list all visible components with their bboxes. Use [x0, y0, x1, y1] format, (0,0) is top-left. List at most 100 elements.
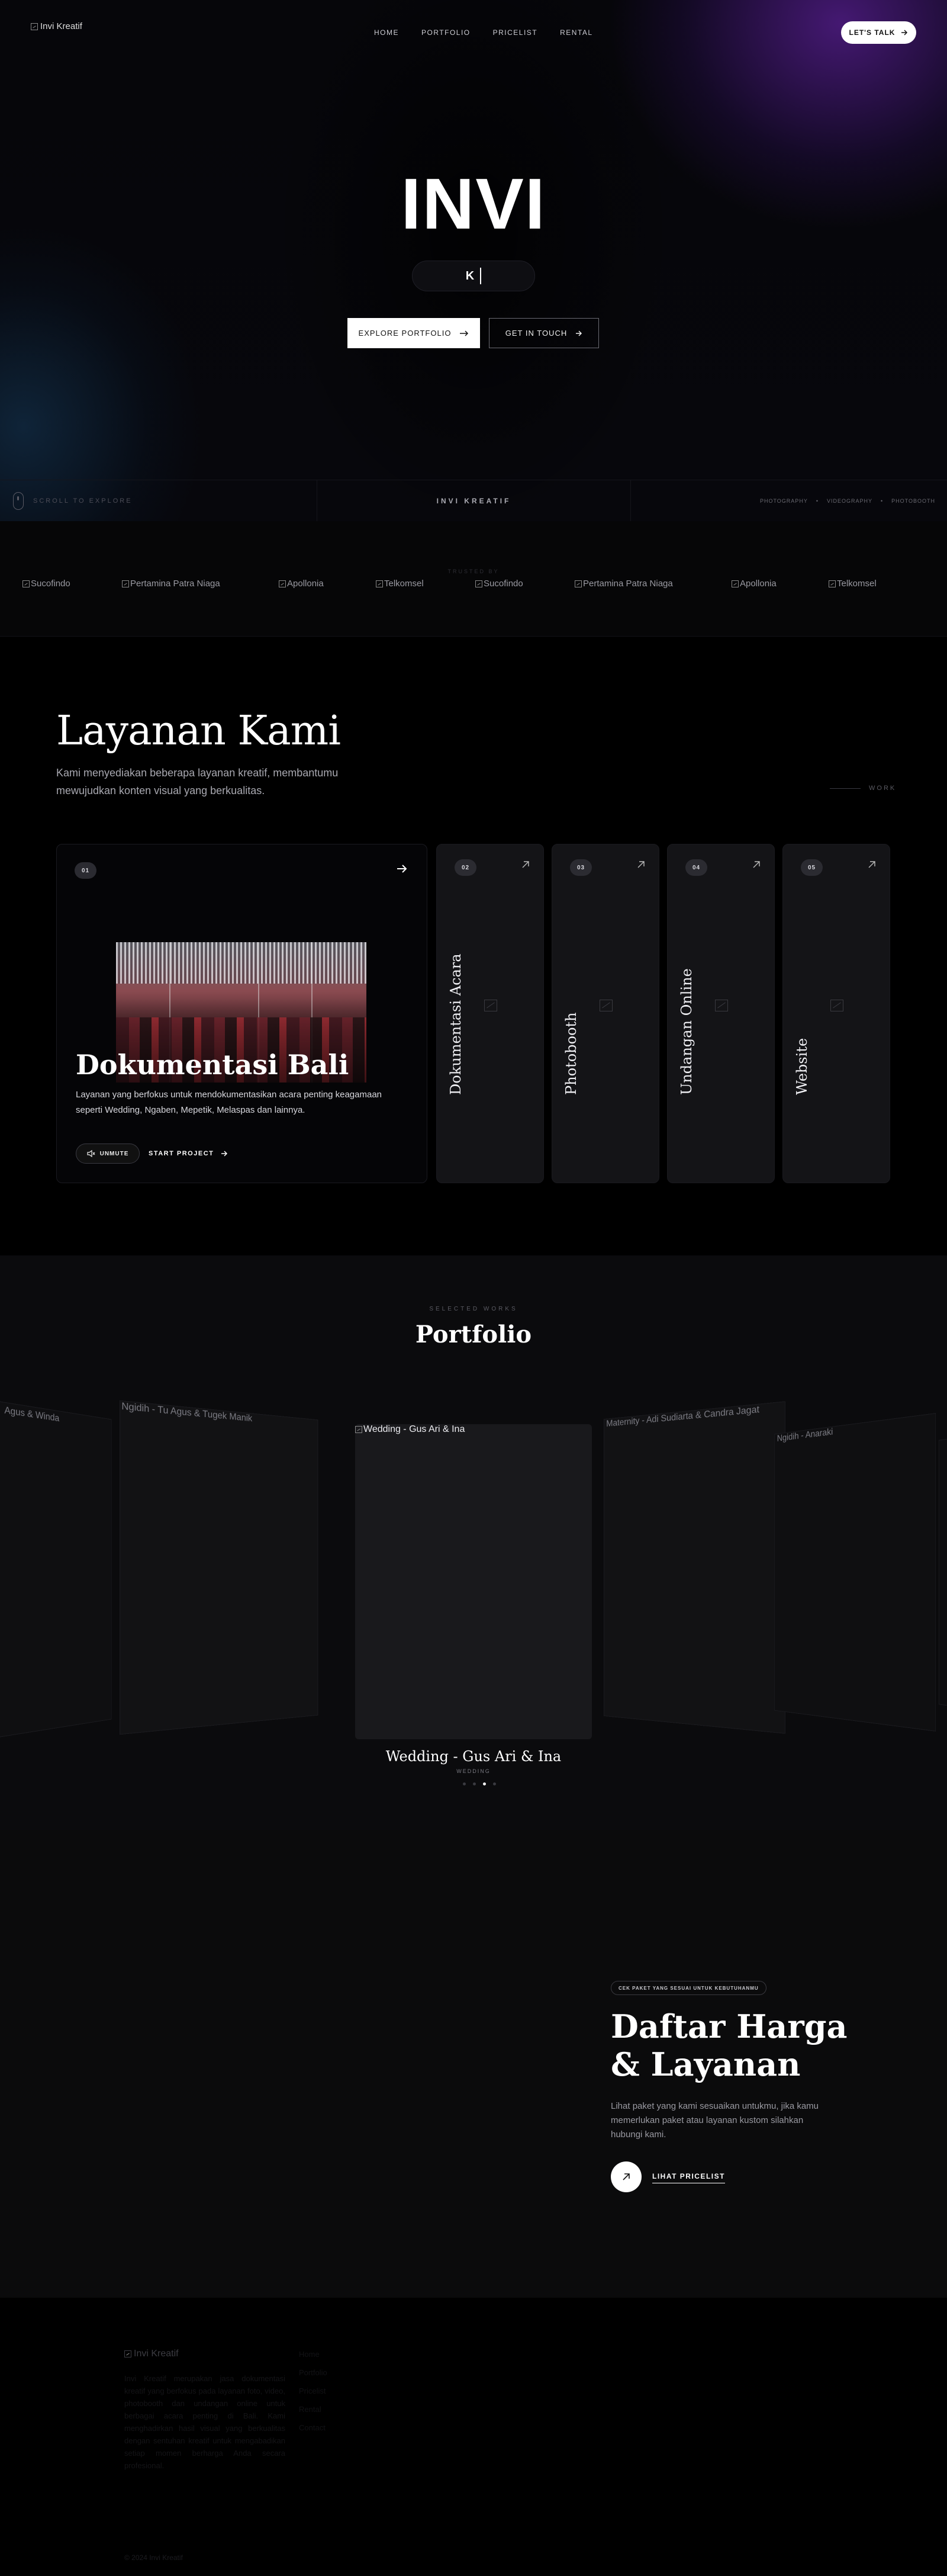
broken-image-icon [279, 580, 286, 587]
broken-image-icon [376, 580, 383, 587]
image-placeholder-icon [484, 1000, 497, 1011]
client-logo-alt: Apollonia [287, 579, 324, 589]
service-card-title: Website [794, 1038, 810, 1095]
hero-services-list: PHOTOGRAPHY • VIDEOGRAPHY • PHOTOBOOTH [760, 498, 935, 504]
service-card-title: Dokumentasi Acara [447, 953, 464, 1095]
arrow-right-icon [460, 330, 469, 336]
carousel-dots [463, 1782, 496, 1785]
clients-marquee: Sucofindo Pertamina Patra Niaga Apolloni… [22, 579, 928, 589]
nav-item-rental[interactable]: RENTAL [560, 28, 592, 37]
client-logo-alt: Pertamina Patra Niaga [130, 579, 220, 589]
service-card-featured[interactable]: 01 Dokumentasi Bali Layanan yang berfoku… [56, 844, 427, 1183]
work-line [830, 788, 861, 789]
portfolio-slide-active[interactable]: Wedding - Gus Ari & Ina [355, 1424, 592, 1739]
portfolio-slide-alt: Agus & Winda [4, 1405, 60, 1424]
arrow-up-right-icon [753, 861, 760, 868]
footer-link[interactable]: Home [299, 2350, 327, 2359]
portfolio-slide-alt-text: Wedding - Gus Ari & Ina [363, 1424, 465, 1434]
broken-image-icon [22, 580, 30, 587]
carousel-dot[interactable] [463, 1782, 466, 1785]
client-logo-alt: Sucofindo [31, 579, 70, 589]
services-title: Layanan Kami [56, 708, 341, 754]
client-logo-alt: Sucofindo [484, 579, 523, 589]
portfolio-slide-alt: Wedding - Gus Ari & Ina [355, 1424, 465, 1435]
portfolio-slide-alt: Maternity - Adi Sudiarta & Candra Jagat [606, 1404, 759, 1429]
image-placeholder-icon [715, 1000, 728, 1011]
site-logo[interactable]: Invi Kreatif [31, 21, 82, 31]
portfolio-active-title: Wedding - Gus Ari & Ina [385, 1748, 562, 1765]
broken-image-icon [475, 580, 482, 587]
unmute-label: UNMUTE [99, 1150, 129, 1157]
service-card[interactable]: 04 Undangan Online [667, 844, 775, 1183]
client-logo-alt: Pertamina Patra Niaga [583, 579, 673, 589]
portfolio-section: SELECTED WORKS Portfolio Agus & Winda Ng… [0, 1255, 947, 1830]
services-description: Kami menyediakan beberapa layanan kreati… [56, 767, 339, 796]
footer-description: Invi Kreatif merupakan jasa dokumentasi … [124, 2374, 285, 2470]
explore-portfolio-button[interactable]: EXPLORE PORTFOLIO [347, 318, 480, 348]
broken-image-icon [122, 580, 129, 587]
arrow-up-right-icon [868, 861, 875, 868]
broken-image-icon [355, 1426, 362, 1433]
service-card[interactable]: 05 Website [782, 844, 890, 1183]
portfolio-slide[interactable]: Maternity - Adi Sudiarta & Candra Jagat [604, 1401, 786, 1734]
services-section: Layanan Kami Kami menyediakan beberapa l… [0, 637, 947, 1255]
get-in-touch-button[interactable]: GET IN TOUCH [489, 318, 599, 348]
client-logo: Sucofindo [475, 579, 575, 589]
service-card[interactable]: 02 Dokumentasi Acara [436, 844, 544, 1183]
footer-logo-alt: Invi Kreatif [134, 2349, 179, 2359]
image-placeholder-icon [830, 1000, 843, 1011]
portfolio-slide[interactable]: Ngidih - Anaraki [774, 1413, 936, 1732]
broken-image-icon [732, 580, 739, 587]
portfolio-eyebrow: SELECTED WORKS [429, 1306, 518, 1312]
footer-link[interactable]: Rental [299, 2405, 327, 2414]
lets-talk-button[interactable]: LET'S TALK [841, 21, 916, 44]
portfolio-slide[interactable]: Ngidih - Tu Agus & Tugek Manik [120, 1400, 318, 1735]
card-number: 01 [75, 862, 97, 879]
clients-label: TRUSTED BY [447, 568, 500, 574]
footer-copyright: © 2024 Invi Kreatif [124, 2553, 183, 2562]
footer-link[interactable]: Pricelist [299, 2387, 327, 2395]
portfolio-slide[interactable]: Agus & Winda [0, 1398, 112, 1740]
arrow-right-icon[interactable] [396, 863, 408, 874]
footer-logo[interactable]: Invi Kreatif [124, 2349, 179, 2359]
typing-text-box: K [412, 261, 535, 291]
footer-links: Home Portfolio Pricelist Rental Contact [299, 2350, 327, 2442]
arrow-up-right-icon [623, 2173, 630, 2180]
nav-item-portfolio[interactable]: PORTFOLIO [421, 28, 471, 37]
carousel-dot[interactable] [473, 1782, 476, 1785]
pricelist-link[interactable]: LIHAT PRICELIST [652, 2172, 725, 2183]
hero-section: Invi Kreatif HOME PORTFOLIO PRICELIST RE… [0, 0, 947, 521]
carousel-dot[interactable] [493, 1782, 496, 1785]
image-placeholder-icon [600, 1000, 613, 1011]
explore-portfolio-label: EXPLORE PORTFOLIO [358, 329, 452, 338]
scroll-indicator[interactable]: SCROLL TO EXPLORE [0, 480, 317, 521]
service-videography: VIDEOGRAPHY [826, 498, 872, 504]
pricelist-arrow-button[interactable] [611, 2161, 642, 2192]
separator-dot: • [881, 498, 884, 504]
broken-image-icon [124, 2350, 131, 2357]
separator-dot: • [816, 498, 819, 504]
card-number: 02 [455, 859, 477, 876]
featured-card-description: Layanan yang berfokus untuk mendokumenta… [76, 1090, 382, 1115]
site-logo-alt: Invi Kreatif [40, 21, 82, 31]
pricelist-description: Lihat paket yang kami sesuaikan untukmu,… [611, 2101, 819, 2140]
client-logo: Sucofindo [22, 579, 122, 589]
portfolio-slide[interactable] [939, 1425, 947, 1719]
start-project-button[interactable]: START PROJECT [149, 1144, 228, 1164]
scroll-text: SCROLL TO EXPLORE [33, 497, 133, 505]
speaker-icon [87, 1150, 95, 1157]
work-label: WORK [830, 785, 896, 792]
service-card[interactable]: 03 Photobooth [552, 844, 659, 1183]
unmute-button[interactable]: UNMUTE [76, 1144, 140, 1164]
pricelist-badge: CEK PAKET YANG SESUAI UNTUK KEBUTUHANMU [611, 1981, 766, 1995]
card-number: 03 [570, 859, 592, 876]
footer-link[interactable]: Contact [299, 2423, 327, 2432]
broken-image-icon [31, 23, 38, 30]
footer-link[interactable]: Portfolio [299, 2368, 327, 2377]
arrow-right-icon [901, 30, 908, 36]
work-label-text: WORK [869, 785, 897, 792]
nav-item-pricelist[interactable]: PRICELIST [493, 28, 538, 37]
service-card-title: Undangan Online [678, 968, 695, 1095]
nav-item-home[interactable]: HOME [374, 28, 399, 37]
carousel-dot-active[interactable] [483, 1782, 486, 1785]
